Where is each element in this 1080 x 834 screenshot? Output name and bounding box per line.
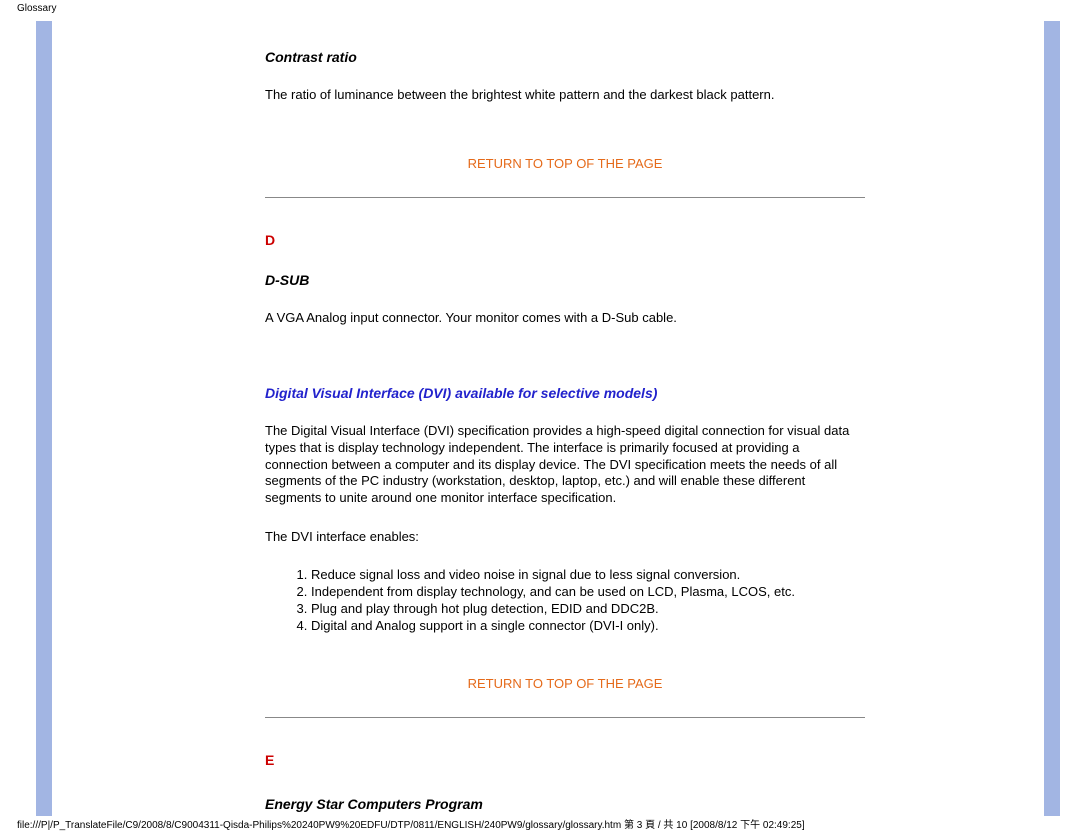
section-body-contrast-ratio: The ratio of luminance between the brigh… <box>265 87 865 104</box>
letter-heading-e: E <box>265 752 865 768</box>
section-heading-energy-star: Energy Star Computers Program <box>265 796 865 812</box>
divider <box>265 197 865 198</box>
letter-heading-d: D <box>265 232 865 248</box>
section-heading-dsub: D-SUB <box>265 272 865 288</box>
list-intro-dvi: The DVI interface enables: <box>265 529 865 544</box>
list-item: Independent from display technology, and… <box>311 583 865 600</box>
section-heading-contrast-ratio: Contrast ratio <box>265 49 865 65</box>
list-item: Digital and Analog support in a single c… <box>311 617 865 634</box>
return-to-top-link[interactable]: RETURN TO TOP OF THE PAGE <box>265 156 865 171</box>
main-content: Contrast ratio The ratio of luminance be… <box>265 21 865 834</box>
return-to-top-link[interactable]: RETURN TO TOP OF THE PAGE <box>265 676 865 691</box>
right-decorative-stripe <box>1044 21 1060 816</box>
dvi-feature-list: Reduce signal loss and video noise in si… <box>265 566 865 634</box>
section-body-dsub: A VGA Analog input connector. Your monit… <box>265 310 865 327</box>
list-item: Reduce signal loss and video noise in si… <box>311 566 865 583</box>
page-header-title: Glossary <box>17 3 56 14</box>
section-heading-dvi: Digital Visual Interface (DVI) available… <box>265 385 865 401</box>
section-body-dvi: The Digital Visual Interface (DVI) speci… <box>265 423 865 507</box>
list-item: Plug and play through hot plug detection… <box>311 600 865 617</box>
left-decorative-stripe <box>36 21 52 816</box>
divider <box>265 717 865 718</box>
footer-file-path: file:///P|/P_TranslateFile/C9/2008/8/C90… <box>17 816 805 831</box>
